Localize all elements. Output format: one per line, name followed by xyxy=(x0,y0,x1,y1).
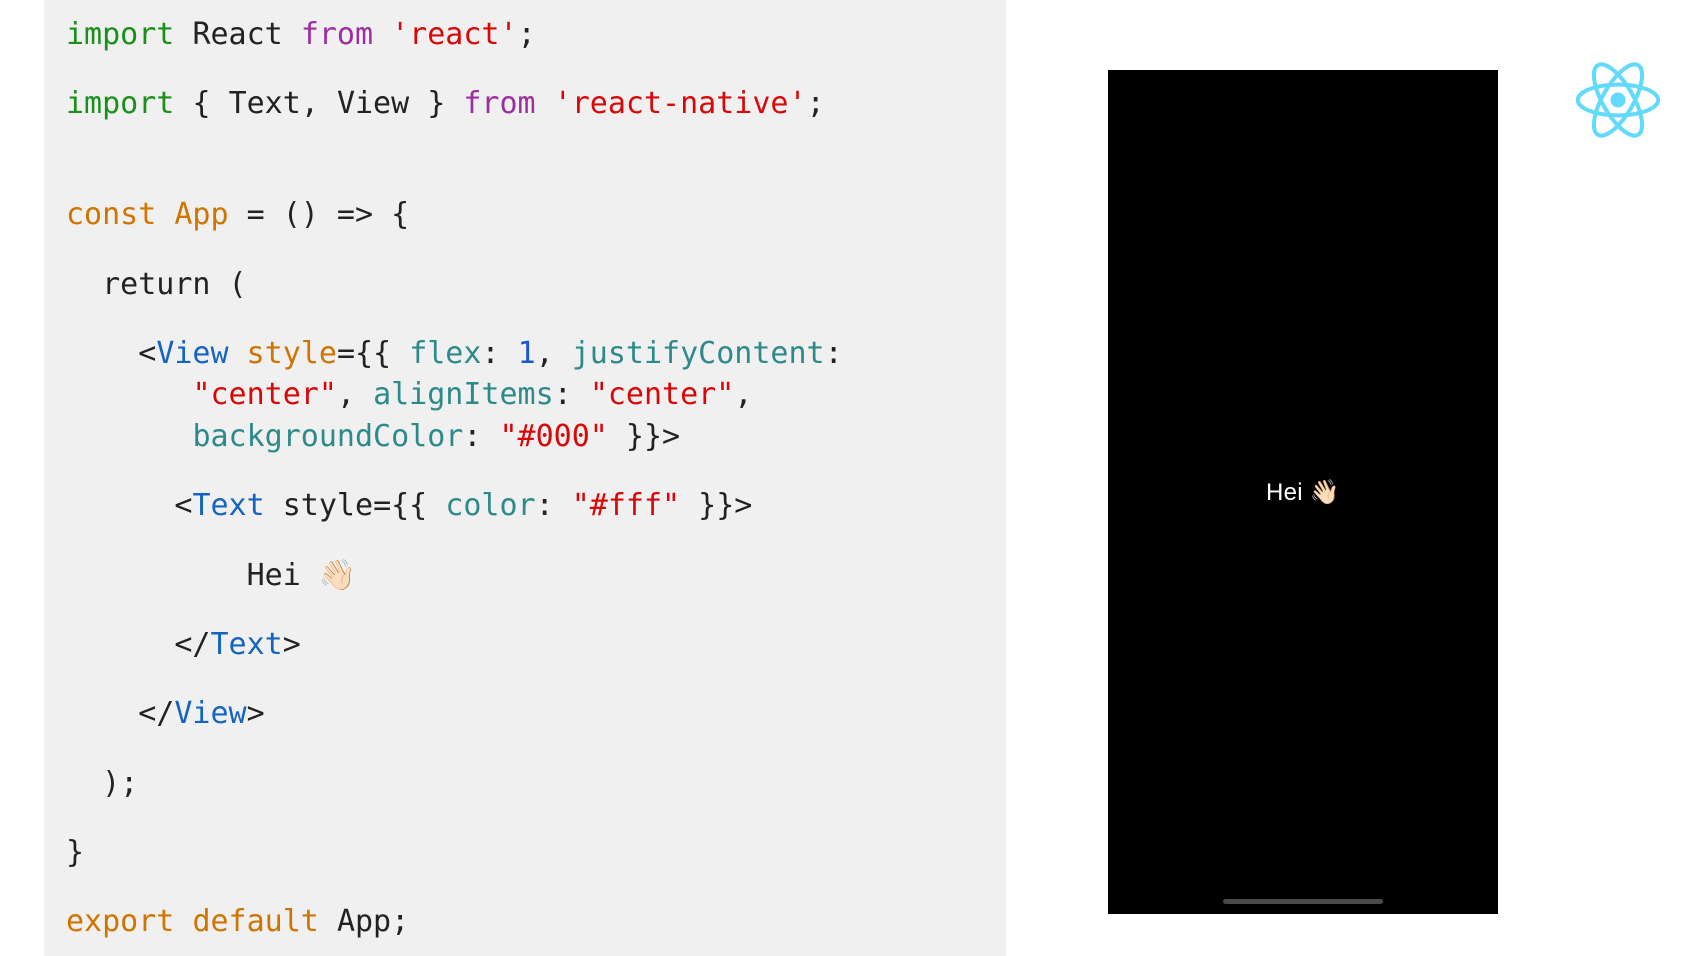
identifier-app: App xyxy=(174,197,228,232)
jsx-tag: Text xyxy=(192,488,264,523)
keyword-import: import xyxy=(66,86,174,121)
phone-text: Hei 👋🏻 xyxy=(1266,478,1340,507)
identifier: Text xyxy=(229,86,301,121)
keyword-import: import xyxy=(66,17,174,52)
punct: }}> xyxy=(680,488,752,523)
jsx-attr: style xyxy=(247,336,337,371)
punct: : xyxy=(536,488,572,523)
string-literal: 'react-native' xyxy=(554,86,807,121)
phone-preview: Hei 👋🏻 xyxy=(1108,70,1498,914)
punct: }}> xyxy=(608,419,680,454)
punct: ; xyxy=(391,904,409,939)
punct: : xyxy=(554,377,590,412)
punct: < xyxy=(66,336,156,371)
punct: , xyxy=(734,377,752,412)
text-content: Hei 👋🏻 xyxy=(247,558,357,593)
jsx-tag: View xyxy=(156,336,228,371)
punct: ; xyxy=(807,86,825,121)
string-literal: 'react' xyxy=(391,17,517,52)
jsx-attr: style xyxy=(283,488,373,523)
punct: : xyxy=(825,336,843,371)
punct: , xyxy=(337,377,373,412)
prop: flex xyxy=(409,336,481,371)
punct: </ xyxy=(66,696,174,731)
prop: justifyContent xyxy=(572,336,825,371)
string-literal: "center" xyxy=(192,377,337,412)
code-block: import React from 'react'; import { Text,… xyxy=(44,0,1006,956)
indent xyxy=(66,419,192,454)
react-icon xyxy=(1576,58,1660,142)
jsx-tag: Text xyxy=(211,627,283,662)
punct: , xyxy=(536,336,572,371)
punct: > xyxy=(247,696,265,731)
home-indicator xyxy=(1223,899,1383,904)
space xyxy=(229,336,247,371)
identifier: React xyxy=(192,17,282,52)
punct: ={{ xyxy=(373,488,445,523)
keyword-return: return ( xyxy=(66,267,247,302)
punct: < xyxy=(66,488,192,523)
string-literal: "#fff" xyxy=(572,488,680,523)
punct: </ xyxy=(66,627,211,662)
brace: { xyxy=(192,86,228,121)
string-literal: "center" xyxy=(590,377,735,412)
identifier: View xyxy=(337,86,409,121)
indent xyxy=(66,558,247,593)
prop: color xyxy=(445,488,535,523)
prop: backgroundColor xyxy=(192,419,463,454)
brace: } xyxy=(409,86,445,121)
number: 1 xyxy=(518,336,536,371)
punct: , xyxy=(301,86,337,121)
space xyxy=(265,488,283,523)
identifier-app: App xyxy=(337,904,391,939)
punct: ); xyxy=(66,766,138,801)
brace: } xyxy=(66,835,84,870)
keyword-export: export xyxy=(66,904,174,939)
punct: : xyxy=(481,336,517,371)
keyword-from: from xyxy=(463,86,535,121)
prop: alignItems xyxy=(373,377,554,412)
keyword-const: const xyxy=(66,197,156,232)
keyword-from: from xyxy=(301,17,373,52)
punct: : xyxy=(463,419,499,454)
keyword-default: default xyxy=(192,904,318,939)
jsx-tag: View xyxy=(174,696,246,731)
punct: > xyxy=(283,627,301,662)
punct: ; xyxy=(518,17,536,52)
string-literal: "#000" xyxy=(500,419,608,454)
arrow-fn: = () => { xyxy=(229,197,410,232)
indent xyxy=(66,377,192,412)
punct: ={{ xyxy=(337,336,409,371)
